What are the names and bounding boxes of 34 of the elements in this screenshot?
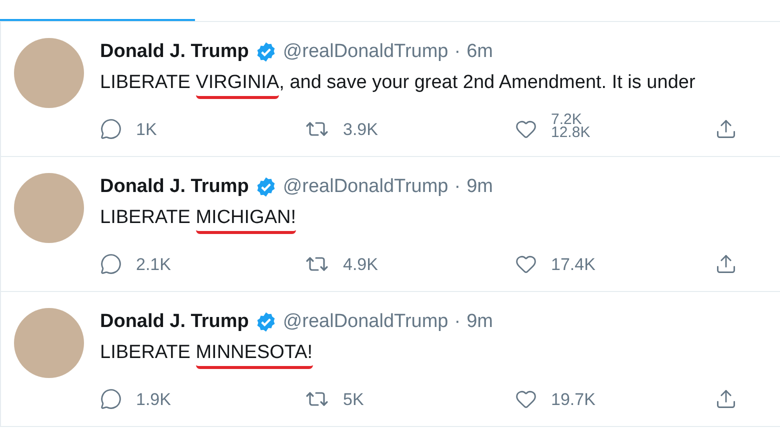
display-name[interactable]: Donald J. Trump: [100, 173, 249, 202]
retweet-button[interactable]: 5K: [305, 386, 364, 412]
like-count: 7.2K: [551, 113, 582, 126]
separator-dot: ·: [454, 40, 461, 64]
reply-icon: [100, 388, 122, 410]
retweet-button[interactable]: 3.9K: [305, 116, 378, 142]
like-icon[interactable]: [515, 253, 537, 276]
user-handle[interactable]: @realDonaldTrump: [282, 308, 448, 336]
user-handle[interactable]: @realDonaldTrump: [282, 173, 448, 202]
share-icon[interactable]: [715, 388, 737, 410]
reply-button[interactable]: 2.1K: [100, 252, 171, 277]
tweet-time[interactable]: 9m: [466, 308, 493, 336]
retweet-button[interactable]: 4.9K: [305, 252, 378, 277]
share-icon[interactable]: [715, 253, 737, 276]
display-name[interactable]: Donald J. Trump: [100, 308, 249, 336]
tweet-text: LIBERATE MINNESOTA!: [100, 338, 775, 368]
share-icon[interactable]: [715, 118, 737, 140]
reply-button[interactable]: 1.9K: [100, 386, 171, 412]
reply-icon: [100, 253, 122, 276]
tweet-time[interactable]: 6m: [466, 38, 493, 66]
like-count: 12.8K: [551, 126, 590, 140]
tweet-time[interactable]: 9m: [466, 173, 493, 202]
display-name[interactable]: Donald J. Trump: [100, 38, 249, 66]
separator-dot: ·: [454, 310, 461, 334]
reply-button[interactable]: 1K: [100, 116, 157, 142]
separator-dot: ·: [454, 175, 461, 199]
tweet-text: LIBERATE VIRGINIA, and save your great 2nd Amendment. It is under: [100, 68, 775, 98]
user-handle[interactable]: @realDonaldTrump: [282, 38, 448, 66]
reply-icon: [100, 118, 122, 140]
like-count: 19.7K: [551, 388, 596, 410]
like-icon[interactable]: [515, 118, 537, 140]
like-count: 17.4K: [551, 254, 596, 276]
tweet-text: LIBERATE MICHIGAN!: [100, 204, 775, 234]
like-icon[interactable]: [515, 388, 537, 410]
